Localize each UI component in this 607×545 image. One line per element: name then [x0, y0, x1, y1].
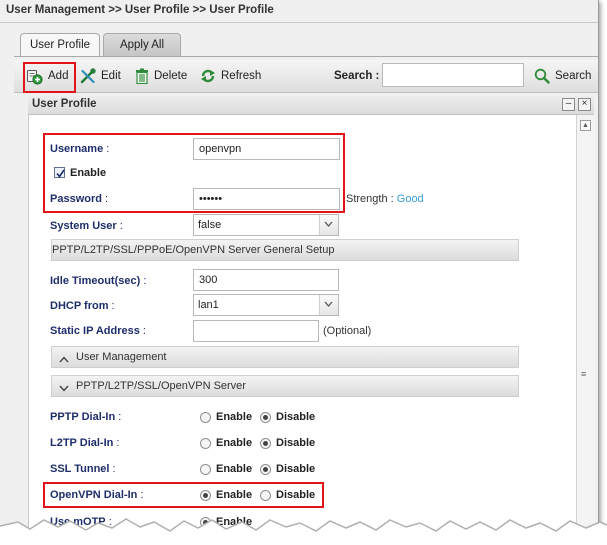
search-button-label: Search — [555, 70, 592, 82]
refresh-button[interactable]: Refresh — [200, 66, 261, 86]
chevron-down-icon — [59, 383, 69, 395]
tab-divider — [14, 56, 598, 57]
server-general-setup-header: PPTP/L2TP/SSL/PPPoE/OpenVPN Server Gener… — [51, 239, 519, 261]
edit-button[interactable]: Edit — [80, 66, 121, 86]
breadcrumb: User Management >> User Profile >> User … — [6, 4, 274, 16]
chevron-up-icon — [59, 354, 69, 366]
scroll-grip-icon[interactable]: ≡ — [581, 370, 590, 379]
static-ip-input[interactable] — [193, 320, 319, 342]
l2tp-disable-label: Disable — [276, 437, 316, 449]
pptp-disable-radio[interactable] — [260, 412, 271, 423]
pptp-enable-radio[interactable] — [200, 412, 211, 423]
search-input[interactable] — [382, 63, 524, 87]
enable-label: Enable — [70, 167, 107, 179]
app-window: User Management >> User Profile >> User … — [0, 0, 599, 541]
openvpn-disable-label: Disable — [276, 489, 316, 501]
chevron-down-icon — [319, 295, 338, 315]
chevron-down-icon — [319, 215, 338, 235]
panel-header: User Profile – × — [28, 96, 594, 115]
vpn-server-section[interactable]: PPTP/L2TP/SSL/OpenVPN Server — [51, 375, 519, 397]
l2tp-dialin-label: L2TP Dial-In : — [50, 437, 120, 449]
torn-edge-decoration — [0, 518, 607, 545]
static-ip-hint: (Optional) — [323, 325, 372, 337]
system-user-label: System User : — [50, 220, 123, 232]
l2tp-enable-radio[interactable] — [200, 438, 211, 449]
idle-timeout-label: Idle Timeout(sec) : — [50, 275, 147, 287]
refresh-icon — [200, 68, 216, 84]
panel-title: User Profile — [32, 98, 97, 110]
pptp-disable-label: Disable — [276, 411, 316, 423]
openvpn-disable-radio[interactable] — [260, 490, 271, 501]
search-label: Search : — [334, 70, 380, 82]
password-strength: Strength : Good — [346, 193, 424, 205]
scroll-up-icon[interactable]: ▲ — [580, 120, 591, 131]
ssl-enable-label: Enable — [216, 463, 253, 475]
pptp-dialin-label: PPTP Dial-In : — [50, 411, 122, 423]
enable-checkbox[interactable] — [54, 167, 65, 178]
delete-button[interactable]: Delete — [135, 66, 187, 86]
password-label: Password : — [50, 193, 109, 205]
header-divider — [0, 22, 598, 23]
add-user-icon — [26, 68, 43, 85]
search-button[interactable]: Search — [534, 66, 591, 86]
username-label: Username : — [50, 143, 110, 155]
openvpn-enable-radio[interactable] — [200, 490, 211, 501]
tab-apply-all[interactable]: Apply All — [103, 33, 181, 56]
l2tp-enable-label: Enable — [216, 437, 253, 449]
delete-button-label: Delete — [154, 70, 188, 82]
user-management-section[interactable]: User Management — [51, 346, 519, 368]
ssl-enable-radio[interactable] — [200, 464, 211, 475]
user-profile-form: Username : Enable Password : Strength : … — [28, 115, 576, 540]
magnifier-icon — [534, 68, 550, 84]
username-input[interactable] — [193, 138, 340, 160]
refresh-button-label: Refresh — [221, 70, 262, 82]
pptp-enable-label: Enable — [216, 411, 253, 423]
ssl-tunnel-label: SSL Tunnel : — [50, 463, 116, 475]
add-button-label: Add — [48, 70, 69, 82]
l2tp-disable-radio[interactable] — [260, 438, 271, 449]
openvpn-enable-label: Enable — [216, 489, 253, 501]
minimize-button[interactable]: – — [562, 98, 575, 111]
dhcp-from-select[interactable]: lan1 — [193, 294, 339, 316]
system-user-select[interactable]: false — [193, 214, 339, 236]
scrollbar[interactable]: ▲ ≡ — [576, 115, 595, 540]
strength-value: Good — [396, 193, 424, 205]
openvpn-dialin-label: OpenVPN Dial-In : — [50, 489, 144, 501]
tab-user-profile[interactable]: User Profile — [20, 33, 100, 56]
dhcp-from-label: DHCP from : — [50, 300, 115, 312]
trash-icon — [135, 68, 149, 84]
tools-edit-icon — [80, 68, 96, 84]
static-ip-label: Static IP Address : — [50, 325, 146, 337]
add-button[interactable]: Add — [26, 66, 68, 86]
ssl-disable-label: Disable — [276, 463, 316, 475]
toolbar: Add Edit Delete Refresh Search: Search — [14, 60, 598, 93]
idle-timeout-input[interactable] — [193, 269, 339, 291]
close-button[interactable]: × — [578, 98, 591, 111]
password-input[interactable] — [193, 188, 340, 210]
ssl-disable-radio[interactable] — [260, 464, 271, 475]
edit-button-label: Edit — [101, 70, 121, 82]
